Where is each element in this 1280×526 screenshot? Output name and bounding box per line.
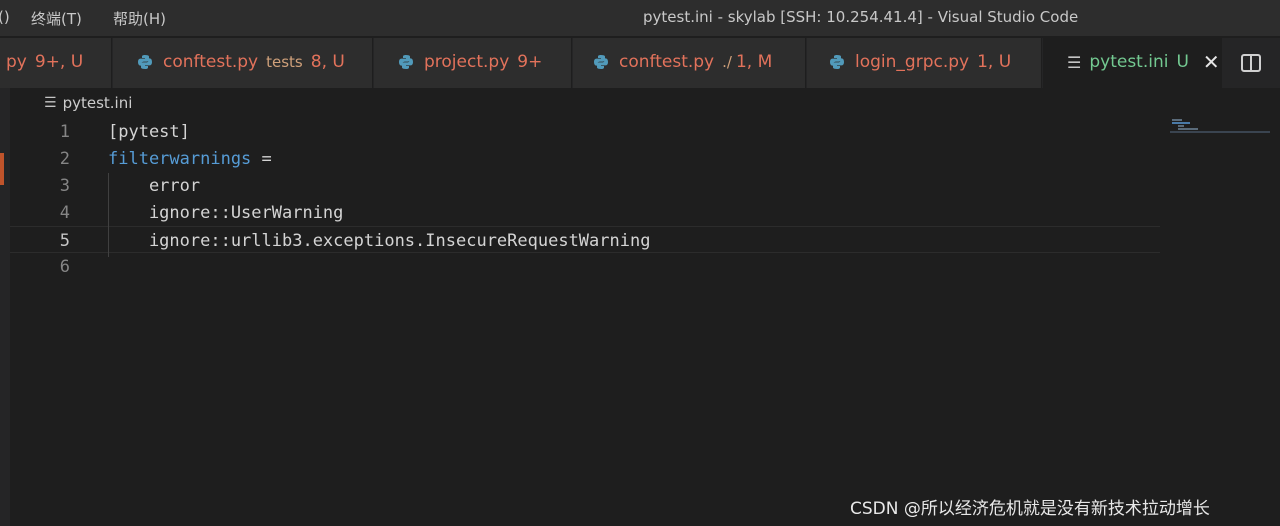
minimap-line [1178, 128, 1198, 130]
tab-py-file[interactable]: py 9+, U [0, 38, 112, 88]
python-icon [399, 55, 413, 69]
tab-status: 9+ [517, 52, 543, 72]
csdn-watermark: CSDN @所以经济危机就是没有新技术拉动增长 [850, 499, 1210, 519]
window-title: pytest.ini - skylab [SSH: 10.254.41.4] -… [643, 8, 1079, 26]
code-content: [pytest] [108, 122, 190, 142]
breadcrumb: ☰ pytest.ini [44, 94, 132, 112]
line-number: 5 [59, 231, 70, 251]
line-text: ignore::urllib3.exceptions.InsecureReque… [108, 231, 651, 251]
code-editor[interactable]: 1 [pytest] 2 filterwarnings = 3 error 4 … [10, 118, 1160, 418]
tab-status: U [1176, 52, 1189, 72]
tab-description: tests [266, 53, 303, 71]
menu-item-partial[interactable]: () [0, 8, 10, 26]
minimap-line [1172, 119, 1182, 121]
minimap-line [1178, 125, 1184, 127]
line-number: 6 [59, 257, 70, 277]
tab-project-py[interactable]: project.py 9+ [374, 38, 572, 88]
split-editor-icon[interactable] [1238, 50, 1264, 76]
code-line[interactable]: 4 ignore::UserWarning [10, 199, 1160, 226]
line-text: filterwarnings = [108, 149, 272, 169]
close-icon[interactable]: ✕ [1203, 52, 1220, 72]
tab-status: 9+, U [34, 52, 84, 72]
tab-label: py [6, 52, 27, 72]
code-line[interactable]: 1 [pytest] [10, 118, 1160, 145]
code-content: error [108, 176, 201, 196]
tab-status: 8, U [310, 52, 345, 72]
tab-label: project.py [424, 52, 510, 72]
ini-file-icon: ☰ [1067, 52, 1082, 72]
minimap-line [1170, 131, 1270, 133]
tab-description: ./ [722, 53, 732, 71]
editor-tab-bar: py 9+, U conftest.py tests 8, U project.… [0, 38, 1280, 88]
line-number: 1 [59, 122, 70, 142]
code-line[interactable]: 6 [10, 253, 1160, 280]
indent-guide [108, 173, 109, 257]
python-icon [594, 55, 608, 69]
tab-label: pytest.ini [1089, 52, 1169, 72]
minimap[interactable] [1170, 118, 1270, 138]
minimap-line [1172, 122, 1190, 124]
menu-help[interactable]: 帮助(H) [113, 8, 166, 29]
title-bar: () 终端(T) 帮助(H) pytest.ini - skylab [SSH:… [0, 0, 1280, 36]
code-keyword: filterwarnings [108, 149, 252, 169]
line-text: ignore::UserWarning [108, 203, 343, 223]
tab-login-grpc[interactable]: login_grpc.py 1, U [807, 38, 1042, 88]
tab-conftest-root[interactable]: conftest.py ./ 1, M [573, 38, 806, 88]
code-line[interactable]: 3 error [10, 172, 1160, 199]
menu-terminal[interactable]: 终端(T) [31, 8, 82, 29]
tab-label: conftest.py [163, 52, 259, 72]
tab-status: 1, U [977, 52, 1012, 72]
tab-status: 1, M [735, 52, 773, 72]
tab-pytest-ini[interactable]: ☰ pytest.ini U ✕ [1043, 38, 1222, 88]
line-number: 2 [59, 149, 70, 169]
modified-indicator [0, 153, 4, 185]
current-code-line[interactable]: 5 ignore::urllib3.exceptions.InsecureReq… [10, 226, 1160, 253]
code-content: = [251, 149, 272, 169]
code-content: ignore::UserWarning [108, 203, 344, 223]
tab-label: login_grpc.py [855, 52, 970, 72]
tab-conftest-tests[interactable]: conftest.py tests 8, U [113, 38, 373, 88]
line-text: [pytest] [108, 122, 190, 142]
line-number: 3 [59, 176, 70, 196]
python-icon [138, 55, 152, 69]
python-icon [830, 55, 844, 69]
ini-file-icon: ☰ [44, 95, 57, 111]
breadcrumb-file[interactable]: pytest.ini [63, 94, 133, 112]
tab-label: conftest.py [619, 52, 715, 72]
line-text: error [108, 176, 200, 196]
code-content: ignore::urllib3.exceptions.InsecureReque… [108, 231, 651, 251]
code-line[interactable]: 2 filterwarnings = [10, 145, 1160, 172]
line-number: 4 [59, 203, 70, 223]
